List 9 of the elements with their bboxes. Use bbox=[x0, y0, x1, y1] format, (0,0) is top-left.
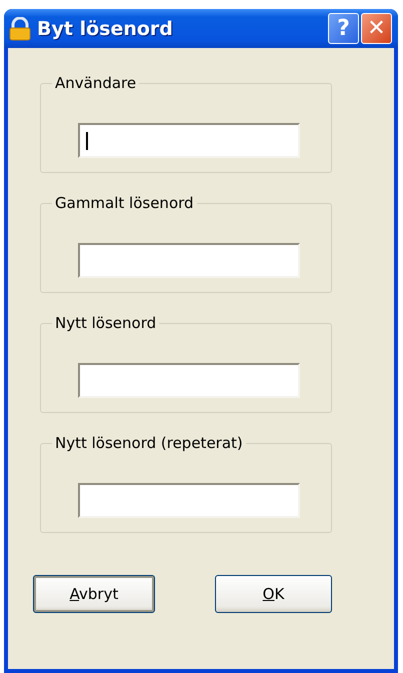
window-title: Byt lösenord bbox=[37, 18, 174, 40]
input-field[interactable] bbox=[78, 363, 300, 398]
cancel-button[interactable]: Avbryt bbox=[33, 575, 155, 613]
input-field[interactable] bbox=[78, 243, 300, 278]
padlock-icon bbox=[9, 16, 31, 40]
ok-button[interactable]: OK bbox=[215, 575, 332, 613]
input-field[interactable] bbox=[78, 123, 300, 158]
help-button[interactable]: ? bbox=[328, 13, 359, 44]
input-field[interactable] bbox=[78, 483, 300, 518]
